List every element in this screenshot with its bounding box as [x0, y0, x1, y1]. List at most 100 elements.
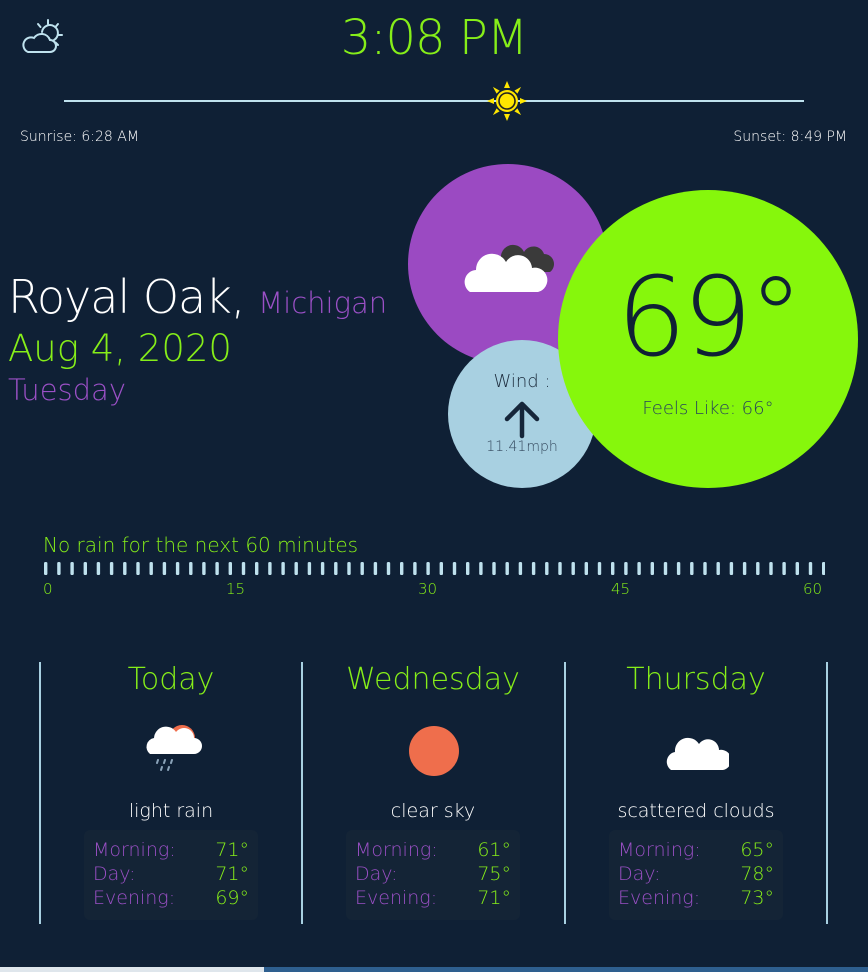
rain-minute-tick [756, 562, 760, 575]
sun-path-track [64, 100, 804, 102]
rain-minute-tick [452, 562, 457, 575]
rain-sun-icon [142, 716, 202, 780]
rain-minute-tick [202, 562, 206, 575]
rain-tick-label: 30 [418, 580, 438, 598]
morning-temp: 61° [477, 839, 511, 861]
forecast-description: light rain [128, 800, 214, 822]
rain-minute-tick [663, 562, 668, 575]
evening-row: Evening: 69° [93, 887, 249, 911]
rain-minute-tick [189, 562, 193, 575]
day-label: Day: [355, 863, 398, 885]
rain-tick-label: 0 [43, 580, 53, 598]
rain-minute-tick [162, 562, 167, 575]
rain-minute-tick [334, 562, 338, 575]
rain-minute-tick [637, 562, 641, 575]
rain-minute-tick [44, 562, 48, 575]
current-time: 3:08 PM [340, 10, 528, 66]
rain-minute-tick [255, 562, 259, 575]
rain-minute-tick [571, 562, 575, 575]
evening-temp: 71° [477, 887, 511, 909]
forecast-day-name: Today [127, 662, 215, 697]
rain-minute-tick [281, 562, 285, 575]
rain-forecast-message: No rain for the next 60 minutes [43, 533, 359, 557]
morning-temp: 65° [740, 839, 774, 861]
forecast-description: scattered clouds [617, 800, 775, 822]
state-name: Michigan [258, 286, 388, 320]
forecast-day-name: Wednesday [346, 662, 520, 697]
rain-minute-tick [479, 562, 483, 575]
cloudy-icon [462, 232, 558, 298]
rain-minute-tick [650, 562, 654, 575]
day-temp: 75° [477, 863, 511, 885]
rain-minute-tick [624, 562, 628, 575]
rain-minute-tick [307, 562, 312, 575]
rain-minute-bar [44, 562, 825, 575]
taskbar-strip [264, 967, 868, 972]
rain-minute-tick [690, 562, 694, 575]
rain-minute-tick [729, 562, 734, 575]
rain-minute-tick [57, 562, 61, 575]
day-row: Day: 75° [355, 863, 511, 887]
city-name: Royal Oak, [8, 270, 246, 324]
current-weekday: Tuesday [8, 373, 126, 407]
morning-row: Morning: 65° [618, 839, 774, 863]
current-temperature: 69° [616, 253, 804, 381]
forecast-temps-card: Morning: 61° Day: 75° Evening: 71° [346, 830, 520, 920]
sun-icon [487, 81, 527, 121]
morning-label: Morning: [355, 839, 438, 861]
sunrise-time: Sunrise: 6:28 AM [20, 129, 139, 145]
rain-minute-tick [136, 562, 140, 575]
rain-minute-tick [531, 562, 536, 575]
rain-minute-tick [294, 562, 298, 575]
rain-minute-tick [400, 562, 404, 575]
rain-minute-tick [703, 562, 707, 575]
rain-minute-tick [558, 562, 562, 575]
rain-minute-tick [96, 562, 101, 575]
day-label: Day: [93, 863, 136, 885]
day-row: Day: 78° [618, 863, 774, 887]
rain-minute-tick [808, 562, 813, 575]
location-heading: Royal Oak, Michigan [8, 270, 387, 324]
rain-minute-tick [149, 562, 153, 575]
evening-row: Evening: 73° [618, 887, 774, 911]
rain-minute-tick [518, 562, 523, 575]
morning-row: Morning: 61° [355, 839, 511, 863]
rain-minute-tick [241, 562, 246, 575]
rain-minute-tick [373, 562, 378, 575]
rain-minute-tick [70, 562, 74, 575]
rain-minute-tick [782, 562, 786, 575]
rain-minute-tick [386, 562, 391, 575]
rain-minute-tick [597, 562, 602, 575]
rain-minute-tick [769, 562, 773, 575]
wind-speed: 11.41mph [486, 439, 558, 455]
sunset-time: Sunset: 8:49 PM [733, 129, 847, 145]
evening-label: Evening: [93, 887, 176, 909]
evening-label: Evening: [355, 887, 438, 909]
rain-minute-tick [320, 562, 325, 575]
rain-minute-tick [611, 562, 615, 575]
rain-minute-tick [426, 562, 430, 575]
day-temp: 78° [740, 863, 774, 885]
current-date: Aug 4, 2020 [8, 327, 232, 370]
rain-minute-tick [466, 562, 470, 575]
forecast-divider [301, 662, 303, 924]
rain-minute-tick [822, 562, 825, 575]
day-temp: 71° [215, 863, 249, 885]
rain-tick-label: 15 [226, 580, 246, 598]
forecast-day-name: Thursday [626, 662, 766, 697]
rain-minute-tick [83, 562, 87, 575]
rain-minute-tick [492, 562, 496, 575]
rain-minute-tick [584, 562, 588, 575]
rain-minute-tick [123, 562, 127, 575]
rain-minute-tick [742, 562, 747, 575]
morning-row: Morning: 71° [93, 839, 249, 863]
evening-temp: 69° [215, 887, 249, 909]
rain-minute-tick [215, 562, 219, 575]
forecast-divider [39, 662, 41, 924]
evening-label: Evening: [618, 887, 701, 909]
rain-minute-tick [360, 562, 364, 575]
evening-row: Evening: 71° [355, 887, 511, 911]
forecast-divider [826, 662, 828, 924]
rain-tick-label: 60 [803, 580, 823, 598]
morning-label: Morning: [618, 839, 701, 861]
